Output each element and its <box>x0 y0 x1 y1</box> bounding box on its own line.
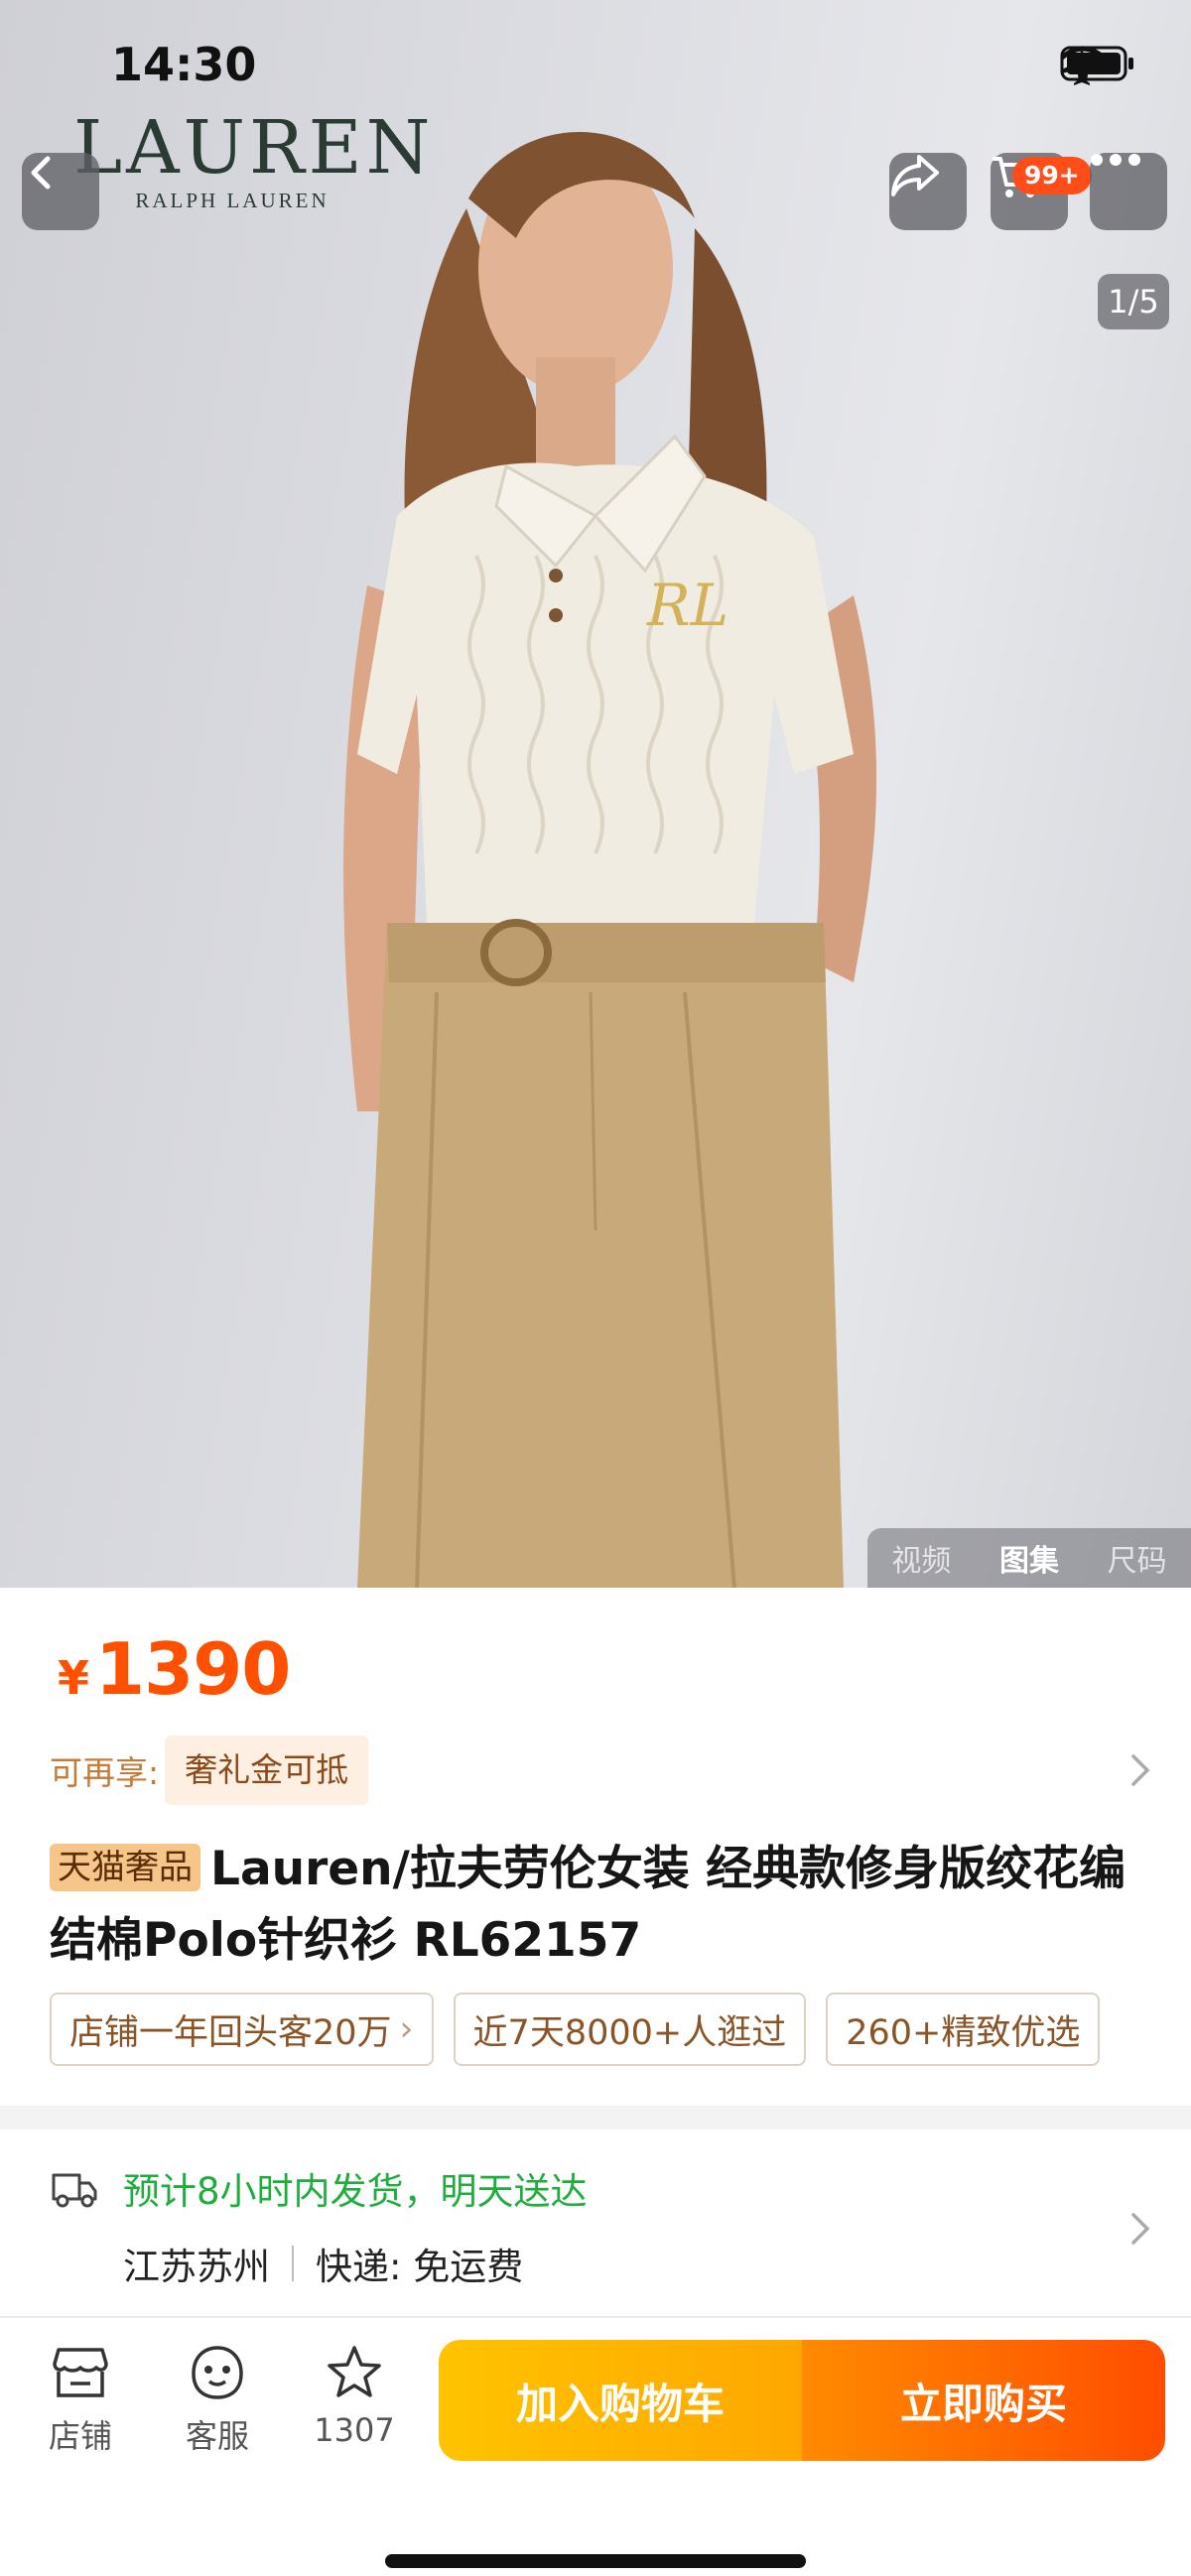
shipping-detail: 江苏苏州 快递: 免运费 <box>123 2237 523 2290</box>
store-button[interactable]: 店铺 <box>26 2344 135 2457</box>
share-button[interactable] <box>889 153 967 230</box>
purchase-actions: 加入购物车 立即购买 <box>439 2340 1165 2461</box>
tab-size[interactable]: 尺码 <box>1108 1536 1167 1580</box>
favorite-count: 1307 <box>314 2411 395 2449</box>
chip-returning-customers[interactable]: 店铺一年回头客20万 › <box>50 1993 434 2066</box>
star-icon <box>328 2346 381 2397</box>
section-divider <box>0 2106 1191 2129</box>
more-icon <box>1091 154 1140 166</box>
chip-arrow-icon: › <box>399 2009 414 2049</box>
chip-label: 260+精致优选 <box>846 2012 1081 2053</box>
favorite-button[interactable]: 1307 <box>300 2344 409 2449</box>
price: ¥ 1390 <box>58 1627 291 1711</box>
price-currency: ¥ <box>58 1651 90 1705</box>
product-title: 天猫奢品 Lauren/拉夫劳伦女装 经典款修身版绞花编结棉Polo针织衫 RL6… <box>50 1834 1151 1977</box>
svg-text:RL: RL <box>646 572 728 639</box>
chip-label: 近7天8000+人逛过 <box>472 2012 787 2053</box>
chevron-right-icon <box>1129 2211 1151 2251</box>
home-indicator <box>385 2554 806 2568</box>
shipping-info[interactable]: 预计8小时内发货，明天送达 江苏苏州 快递: 免运费 <box>0 2153 1191 2312</box>
cart-count-badge: 99+ <box>1012 157 1092 194</box>
image-page-indicator: 1/5 <box>1098 274 1169 329</box>
shipping-origin: 江苏苏州 <box>123 2246 270 2288</box>
bottom-action-bar: 店铺 客服 1307 加入购物车 立即购买 <box>0 2316 1191 2576</box>
truck-icon <box>50 2167 97 2215</box>
divider <box>292 2246 294 2281</box>
chip-label: 店铺一年回头客20万 <box>69 2012 392 2053</box>
service-label: 客服 <box>185 2417 249 2455</box>
status-time: 14:30 <box>111 38 257 91</box>
brand-name: LAUREN <box>73 105 435 191</box>
product-title-text: Lauren/拉夫劳伦女装 经典款修身版绞花编结棉Polo针织衫 RL62157 <box>50 1842 1126 1968</box>
highlight-chips: 店铺一年回头客20万 › 近7天8000+人逛过 260+精致优选 <box>50 1993 1141 2066</box>
brand-logo: LAUREN RALPH LAUREN <box>73 105 435 213</box>
add-to-cart-button[interactable]: 加入购物车 <box>439 2340 802 2461</box>
store-label: 店铺 <box>48 2417 112 2455</box>
tmall-luxury-badge: 天猫奢品 <box>50 1844 200 1891</box>
product-photo: RL <box>343 132 877 1588</box>
customer-service-button[interactable]: 客服 <box>163 2344 272 2457</box>
product-image-gallery[interactable]: RL 14:30 LAUREN RALPH LAUREN 99+ 1/5 视频 … <box>0 0 1191 1588</box>
price-value: 1390 <box>95 1627 291 1711</box>
chip-reviews[interactable]: 260+精致优选 <box>826 1993 1101 2066</box>
tab-video[interactable]: 视频 <box>891 1536 951 1580</box>
chip-recent-visitors[interactable]: 近7天8000+人逛过 <box>453 1993 807 2066</box>
back-button[interactable] <box>22 153 99 230</box>
service-icon <box>192 2346 243 2399</box>
promo-row[interactable]: 可再享: 奢礼金可抵 <box>50 1735 1151 1806</box>
brand-subtitle: RALPH LAUREN <box>135 189 330 212</box>
buy-now-button[interactable]: 立即购买 <box>802 2340 1165 2461</box>
promo-label: 可再享: <box>50 1753 160 1792</box>
more-button[interactable] <box>1090 153 1167 230</box>
chevron-right-icon <box>1129 1752 1151 1792</box>
tab-gallery[interactable]: 图集 <box>999 1536 1059 1580</box>
shipping-eta: 预计8小时内发货，明天送达 <box>123 2170 588 2213</box>
store-icon <box>53 2348 108 2397</box>
promo-tag: 奢礼金可抵 <box>165 1736 369 1805</box>
share-icon <box>891 155 939 196</box>
media-tabs: 视频 图集 尺码 <box>867 1528 1191 1588</box>
shipping-delivery: 快递: 免运费 <box>316 2246 524 2288</box>
back-icon <box>31 156 51 190</box>
